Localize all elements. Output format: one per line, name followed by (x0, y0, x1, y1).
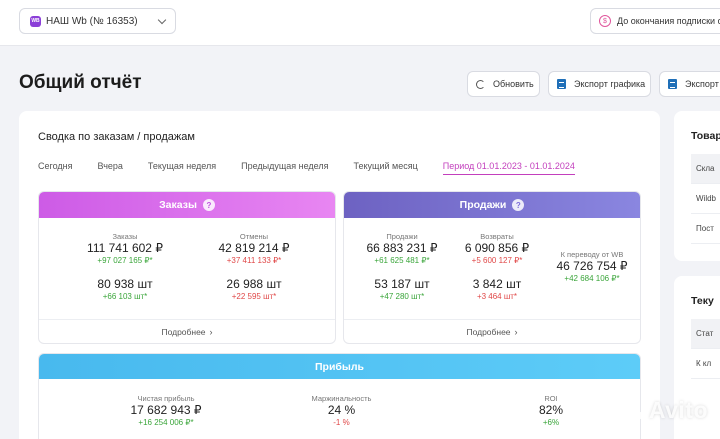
orders-qty-metric: 80 938 шт +66 103 шт* (75, 277, 175, 302)
subscription-text: До окончания подписки ос (617, 16, 720, 26)
subscription-notice[interactable]: $ До окончания подписки ос (590, 8, 720, 34)
orders-sum: 111 741 602 ₽ (87, 241, 163, 255)
cancels-label: Отмены (239, 232, 269, 241)
refresh-icon (476, 79, 485, 89)
sales-header: Продажи ? (344, 192, 640, 218)
current-side-row: К кл (691, 349, 720, 379)
export-label: Экспорт (685, 79, 719, 89)
goods-side-row: Wildb (691, 184, 720, 214)
avito-logo-icon (622, 400, 645, 422)
roi-delta: +6% (542, 418, 560, 427)
orders-sum-metric: Заказы 111 741 602 ₽ +97 027 165 ₽* (75, 232, 175, 266)
orders-more-label: Подробнее (161, 326, 206, 337)
avito-watermark-text: Avito (648, 397, 708, 423)
shop-name: НАШ Wb (№ 16353) (46, 15, 138, 27)
sales-more-label: Подробнее (466, 326, 511, 337)
current-side-title: Теку (691, 295, 714, 307)
summary-title: Сводка по заказам / продажам (38, 131, 195, 143)
net-profit-value: 17 682 943 ₽ (130, 403, 202, 417)
sales-panel: Продажи ? Продажи 66 883 231 ₽ +61 625 4… (343, 191, 641, 344)
export-chart-label: Экспорт графика (574, 79, 646, 89)
period-tabs: Сегодня Вчера Текущая неделя Предыдущая … (38, 161, 600, 175)
sales-qty: 53 187 шт (374, 277, 430, 291)
sales-qty-delta: +47 280 шт* (379, 292, 425, 301)
orders-sum-delta: +97 027 165 ₽* (97, 256, 153, 265)
ruble-coin-icon: $ (599, 15, 611, 27)
returns-sum: 6 090 856 ₽ (464, 241, 530, 255)
transfer-sum: 46 726 754 ₽ (556, 259, 628, 273)
margin-label: Маржинальность (311, 394, 372, 403)
roi-metric: ROI 82% +6% (511, 394, 591, 428)
margin-metric: Маржинальность 24 % -1 % (294, 394, 389, 428)
orders-panel: Заказы ? Заказы 111 741 602 ₽ +97 027 16… (38, 191, 336, 344)
sales-sum: 66 883 231 ₽ (366, 241, 438, 255)
tab-yesterday[interactable]: Вчера (98, 161, 123, 175)
cancels-sum-delta: +37 411 133 ₽* (226, 256, 282, 265)
profit-header: Прибыль (39, 354, 640, 379)
tab-current-week[interactable]: Текущая неделя (148, 161, 216, 175)
tab-previous-week[interactable]: Предыдущая неделя (241, 161, 328, 175)
chevron-right-icon: › (514, 326, 518, 337)
cancels-qty-delta: +22 595 шт* (231, 292, 277, 301)
orders-qty: 80 938 шт (97, 277, 153, 291)
cancels-qty: 26 988 шт (226, 277, 282, 291)
returns-sum-delta: +5 600 127 ₽* (471, 256, 523, 265)
returns-sum-metric: Возвраты 6 090 856 ₽ +5 600 127 ₽* (452, 232, 542, 266)
tab-period[interactable]: Период 01.01.2023 - 01.01.2024 (442, 161, 575, 175)
avito-watermark: Avito (622, 397, 708, 424)
sales-sum-delta: +61 625 481 ₽* (374, 256, 430, 265)
profit-panel: Прибыль Чистая прибыль 17 682 943 ₽ +16 … (38, 353, 641, 439)
orders-qty-delta: +66 103 шт* (102, 292, 148, 301)
net-profit-delta: +16 254 006 ₽* (138, 418, 194, 427)
cancels-qty-metric: 26 988 шт +22 595 шт* (204, 277, 304, 302)
goods-side-row: Скла (691, 154, 720, 184)
returns-qty-delta: +3 464 шт* (476, 292, 518, 301)
roi-label: ROI (544, 394, 558, 403)
wildberries-logo-icon: WB (30, 15, 41, 27)
current-side-row: Стат (691, 319, 720, 349)
sales-qty-metric: 53 187 шт +47 280 шт* (356, 277, 448, 302)
returns-label: Возвраты (480, 232, 514, 241)
sales-more-link[interactable]: Подробнее › (344, 319, 640, 343)
page-title: Общий отчёт (19, 72, 142, 93)
orders-label: Заказы (112, 232, 138, 241)
orders-header: Заказы ? (39, 192, 335, 218)
shop-selector[interactable]: WB НАШ Wb (№ 16353) (19, 8, 176, 34)
export-chart-button[interactable]: Экспорт графика (548, 71, 651, 97)
refresh-label: Обновить (493, 79, 534, 89)
margin-value: 24 % (327, 403, 356, 417)
returns-qty-metric: 3 842 шт +3 464 шт* (452, 277, 542, 302)
sales-sum-metric: Продажи 66 883 231 ₽ +61 625 481 ₽* (356, 232, 448, 266)
tab-current-month[interactable]: Текущий месяц (354, 161, 418, 175)
transfer-delta: +42 684 106 ₽* (564, 274, 620, 283)
excel-icon (557, 79, 566, 89)
margin-delta: -1 % (333, 418, 350, 427)
excel-icon (668, 79, 677, 89)
orders-more-link[interactable]: Подробнее › (39, 319, 335, 343)
roi-value: 82% (538, 403, 564, 417)
cancels-sum-metric: Отмены 42 819 214 ₽ +37 411 133 ₽* (204, 232, 304, 266)
sales-label: Продажи (386, 232, 418, 241)
chevron-down-icon (157, 15, 167, 25)
goods-side-title: Товар (691, 130, 720, 142)
net-profit-metric: Чистая прибыль 17 682 943 ₽ +16 254 006 … (111, 394, 221, 428)
help-icon[interactable]: ? (202, 199, 215, 211)
export-button[interactable]: Экспорт (659, 71, 720, 97)
net-profit-label: Чистая прибыль (137, 394, 195, 403)
chevron-right-icon: › (209, 326, 213, 337)
transfer-metric: К переводу от WB 46 726 754 ₽ +42 684 10… (544, 250, 640, 284)
tab-today[interactable]: Сегодня (38, 161, 73, 175)
transfer-label: К переводу от WB (560, 250, 624, 259)
returns-qty: 3 842 шт (472, 277, 522, 291)
help-icon[interactable]: ? (512, 199, 525, 211)
goods-side-card: Товар Скла Wildb Пост (674, 111, 720, 261)
refresh-button[interactable]: Обновить (467, 71, 540, 97)
sales-header-label: Продажи (459, 199, 507, 211)
top-bar: WB НАШ Wb (№ 16353) $ До окончания подпи… (0, 0, 720, 46)
orders-header-label: Заказы (159, 199, 197, 211)
goods-side-row: Пост (691, 214, 720, 244)
summary-card: Сводка по заказам / продажам Сегодня Вче… (19, 111, 660, 439)
cancels-sum: 42 819 214 ₽ (218, 241, 290, 255)
